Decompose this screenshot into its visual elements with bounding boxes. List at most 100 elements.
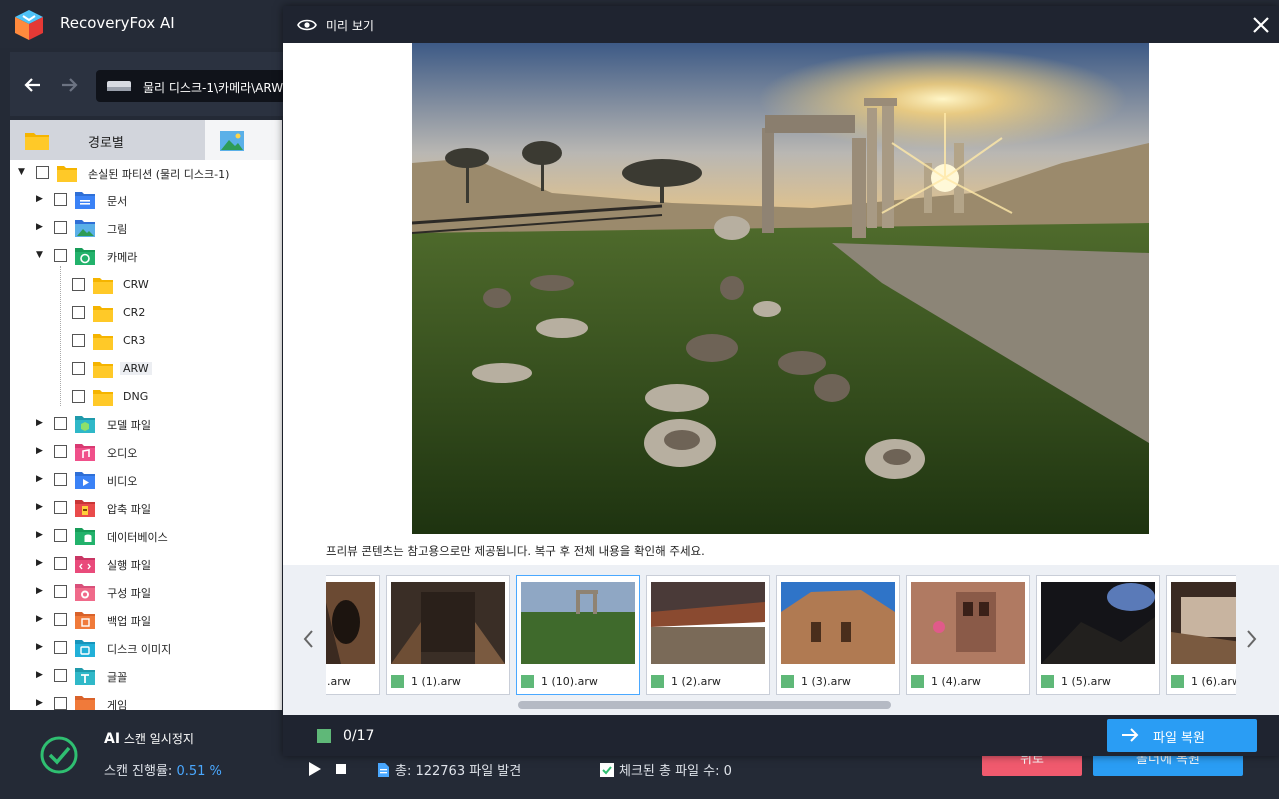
checkbox[interactable] (54, 473, 67, 486)
checkbox[interactable] (72, 390, 85, 403)
tree-row-dng[interactable]: DNG (10, 385, 282, 409)
checkbox[interactable] (54, 613, 67, 626)
chevron-right-icon[interactable] (1243, 627, 1259, 651)
scan-progress-label: 스캔 진행률: (104, 764, 173, 779)
disk-drive-icon (107, 81, 131, 91)
tree-row-pictures[interactable]: ▶ 그림 (10, 216, 282, 240)
tree-row-config[interactable]: ▶ 구성 파일 (10, 580, 282, 604)
tree-row-cr3[interactable]: CR3 (10, 329, 282, 353)
scrollbar-thumb[interactable] (518, 701, 891, 709)
expand-right-icon[interactable]: ▶ (36, 446, 46, 456)
expand-right-icon[interactable]: ▶ (36, 194, 46, 204)
expand-down-icon[interactable]: ▼ (18, 167, 28, 177)
checkbox[interactable] (54, 669, 67, 682)
tab-by-path[interactable]: 경로별 (10, 120, 205, 160)
tree-row-audio[interactable]: ▶ 오디오 (10, 440, 282, 464)
checkbox[interactable] (54, 641, 67, 654)
thumbnail-checkbox[interactable] (781, 675, 794, 688)
tab-by-type[interactable] (205, 120, 282, 160)
tree-row-fonts[interactable]: ▶ 글꼴 (10, 664, 282, 688)
thumbnail-selected[interactable]: 1 (10).arw (516, 575, 640, 695)
tree-row-archive[interactable]: ▶ 압축 파일 (10, 496, 282, 520)
archive-folder-icon (75, 500, 95, 517)
tree-row-backup[interactable]: ▶ 백업 파일 (10, 608, 282, 632)
thumbnail-checkbox[interactable] (521, 675, 534, 688)
recover-file-button[interactable]: 파일 복원 (1107, 719, 1257, 752)
checkbox[interactable] (72, 334, 85, 347)
checkbox[interactable] (54, 249, 67, 262)
expand-right-icon[interactable]: ▶ (36, 670, 46, 680)
play-icon[interactable] (308, 762, 322, 776)
checkbox[interactable] (54, 417, 67, 430)
expand-right-icon[interactable]: ▶ (36, 418, 46, 428)
tree-row-games[interactable]: ▶ 게임 (10, 692, 282, 710)
tree-row-database[interactable]: ▶ 데이터베이스 (10, 524, 282, 548)
video-folder-icon (75, 472, 95, 489)
tree-row-root[interactable]: ▼ 손실된 파티션 (물리 디스크-1) (10, 161, 282, 185)
tree-row-documents[interactable]: ▶ 문서 (10, 188, 282, 212)
tree-row-arw[interactable]: ARW (10, 357, 282, 381)
expand-right-icon[interactable]: ▶ (36, 558, 46, 568)
checkbox[interactable] (54, 557, 67, 570)
expand-right-icon[interactable]: ▶ (36, 502, 46, 512)
tree-row-executable[interactable]: ▶ 실행 파일 (10, 552, 282, 576)
thumbnail-name: 1 (3).arw (801, 675, 851, 688)
total-found: 총: 122763 파일 발견 (378, 760, 521, 779)
select-all-checkbox[interactable] (317, 729, 331, 743)
expand-right-icon[interactable]: ▶ (36, 530, 46, 540)
tree-label: 그림 (107, 223, 128, 236)
thumbnail[interactable]: .arw (326, 575, 380, 695)
close-icon[interactable] (1251, 15, 1271, 35)
expand-right-icon[interactable]: ▶ (36, 474, 46, 484)
thumbnail[interactable]: 1 (2).arw (646, 575, 770, 695)
thumbnail[interactable]: 1 (1).arw (386, 575, 510, 695)
checkbox[interactable] (72, 306, 85, 319)
thumbnail[interactable]: 1 (4).arw (906, 575, 1030, 695)
checkbox[interactable] (72, 278, 85, 291)
back-arrow-icon[interactable] (22, 74, 44, 96)
checkbox[interactable] (54, 221, 67, 234)
thumbnail-image (391, 582, 505, 664)
tree-label: 구성 파일 (107, 587, 151, 600)
checkbox[interactable] (36, 166, 49, 179)
tree-row-video[interactable]: ▶ 비디오 (10, 468, 282, 492)
thumbnail[interactable]: 1 (6).arw (1166, 575, 1236, 695)
thumbnail-checkbox[interactable] (1171, 675, 1184, 688)
chevron-left-icon[interactable] (301, 627, 317, 651)
tree-row-models[interactable]: ▶ 모델 파일 (10, 412, 282, 436)
checkbox[interactable] (54, 529, 67, 542)
thumbnail-checkbox[interactable] (391, 675, 404, 688)
image-icon (220, 131, 244, 151)
expand-right-icon[interactable]: ▶ (36, 222, 46, 232)
expand-right-icon[interactable]: ▶ (36, 586, 46, 596)
path-text: 물리 디스크-1\카메라\ARW (143, 81, 284, 95)
expand-right-icon[interactable]: ▶ (36, 642, 46, 652)
expand-down-icon[interactable]: ▼ (36, 250, 46, 260)
thumbnail-checkbox[interactable] (651, 675, 664, 688)
thumbnail[interactable]: 1 (3).arw (776, 575, 900, 695)
tree-row-crw[interactable]: CRW (10, 273, 282, 297)
stop-icon[interactable] (336, 764, 346, 774)
checkbox[interactable] (72, 362, 85, 375)
tree-label: CR2 (123, 306, 146, 319)
expand-right-icon[interactable]: ▶ (36, 614, 46, 624)
partition-folder-icon (57, 166, 77, 182)
path-box[interactable]: 물리 디스크-1\카메라\ARW (96, 70, 296, 102)
forward-arrow-icon[interactable] (58, 74, 80, 96)
thumbnail-checkbox[interactable] (1041, 675, 1054, 688)
thumbnail-name: 1 (1).arw (411, 675, 461, 688)
folder-icon (93, 362, 113, 378)
thumbnail-image (521, 582, 635, 664)
checkbox[interactable] (54, 697, 67, 710)
checkbox[interactable] (54, 585, 67, 598)
thumbnail-checkbox[interactable] (911, 675, 924, 688)
thumbnail[interactable]: 1 (5).arw (1036, 575, 1160, 695)
tree-row-camera[interactable]: ▼ 카메라 (10, 244, 282, 268)
thumbnail-scrollbar[interactable] (326, 701, 1236, 709)
checkbox[interactable] (54, 501, 67, 514)
tree-row-disk-image[interactable]: ▶ 디스크 이미지 (10, 636, 282, 660)
checkbox[interactable] (54, 193, 67, 206)
expand-right-icon[interactable]: ▶ (36, 698, 46, 708)
checkbox[interactable] (54, 445, 67, 458)
tree-row-cr2[interactable]: CR2 (10, 301, 282, 325)
